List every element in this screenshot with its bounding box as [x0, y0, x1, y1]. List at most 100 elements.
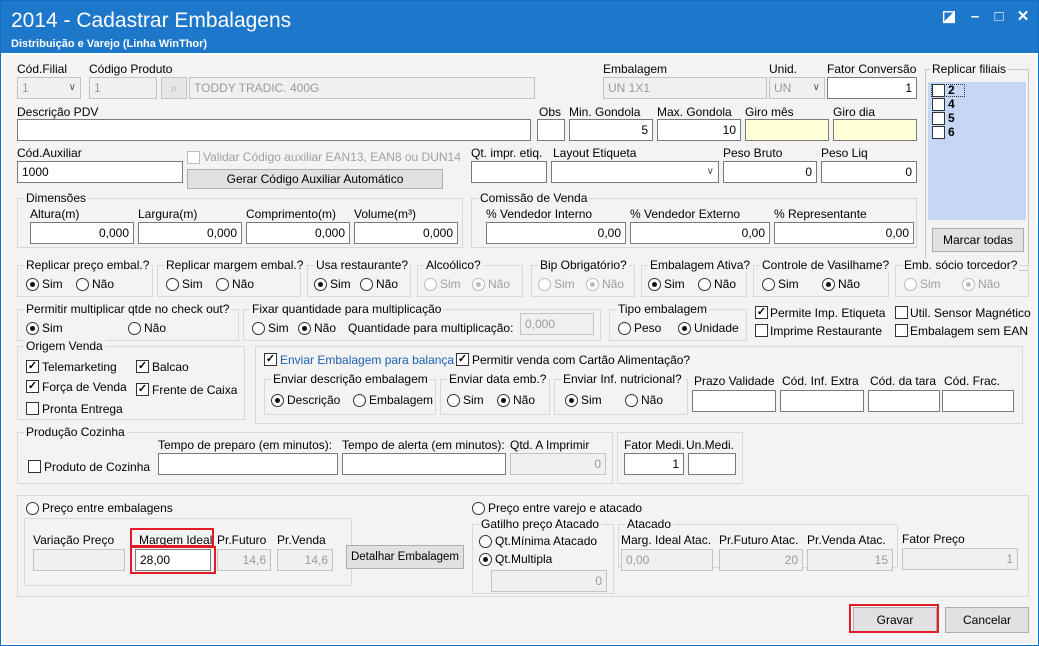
vendedor-externo-field[interactable]: 0,00: [630, 222, 770, 244]
replicar-preco-nao-radio[interactable]: [76, 278, 89, 291]
qtde-multiplicacao-field[interactable]: 0,000: [520, 313, 594, 335]
telemarketing-checkbox[interactable]: ✓: [26, 360, 39, 373]
max-gondola-field[interactable]: 10: [657, 119, 741, 141]
restore-icon[interactable]: ◪: [937, 7, 961, 27]
fator-conversao-field[interactable]: 1: [827, 77, 917, 99]
cancelar-button[interactable]: Cancelar: [945, 607, 1029, 633]
altura-field[interactable]: 0,000: [30, 222, 134, 244]
tempo-preparo-label: Tempo de preparo (em minutos):: [158, 438, 333, 452]
tipo-unidade-radio[interactable]: [678, 322, 691, 335]
filial-checkbox[interactable]: [932, 84, 945, 97]
peso-liq-field[interactable]: 0: [821, 161, 917, 183]
maximize-button[interactable]: □: [987, 7, 1011, 27]
un-medi-field[interactable]: [688, 453, 736, 475]
fator-medi-field[interactable]: 1: [624, 453, 684, 475]
vasilhame-nao-radio[interactable]: [822, 278, 835, 291]
descricao-pdv-field[interactable]: [17, 119, 531, 141]
cod-inf-extra-field[interactable]: [780, 390, 864, 412]
produto-code-field[interactable]: 1: [89, 77, 157, 99]
balcao-checkbox[interactable]: ✓: [136, 360, 149, 373]
filial-select[interactable]: 1 ∨: [17, 77, 81, 99]
replicar-preco-sim-radio[interactable]: [26, 278, 39, 291]
permite-imp-etiqueta-checkbox[interactable]: ✓: [755, 306, 768, 319]
prazo-validade-field[interactable]: [692, 390, 776, 412]
alcoolico-nao-radio[interactable]: [472, 278, 485, 291]
data-sim-radio[interactable]: [447, 394, 460, 407]
sensor-magnetico-checkbox[interactable]: [895, 306, 908, 319]
tipo-peso-radio[interactable]: [618, 322, 631, 335]
gatilho-field[interactable]: 0: [491, 570, 607, 592]
close-button[interactable]: ✕: [1011, 7, 1035, 27]
giro-dia-field[interactable]: [833, 119, 917, 141]
tempo-preparo-field[interactable]: [158, 453, 338, 475]
marg-ideal-atac-field[interactable]: 0,00: [621, 549, 713, 571]
variacao-preco-field[interactable]: [33, 549, 125, 571]
cartao-alimentacao-checkbox[interactable]: ✓: [456, 353, 469, 366]
emb-ativa-nao-radio[interactable]: [698, 278, 711, 291]
window-title: 2014 - Cadastrar Embalagens: [11, 9, 292, 32]
inf-nao-radio[interactable]: [625, 394, 638, 407]
permitir-mult-sim-radio[interactable]: [26, 322, 39, 335]
permitir-mult-nao-radio[interactable]: [128, 322, 141, 335]
inf-sim-radio[interactable]: [565, 394, 578, 407]
cod-frac-field[interactable]: [942, 390, 1014, 412]
volume-field[interactable]: 0,000: [354, 222, 458, 244]
giro-mes-field[interactable]: [745, 119, 829, 141]
gerar-codigo-button[interactable]: Gerar Código Auxiliar Automático: [187, 169, 443, 189]
preco-varejo-atacado-radio[interactable]: [472, 502, 485, 515]
filial-checkbox[interactable]: [932, 126, 945, 139]
replicar-margem-nao-radio[interactable]: [216, 278, 229, 291]
filial-checkbox[interactable]: [932, 98, 945, 111]
tempo-alerta-field[interactable]: [342, 453, 506, 475]
embalagem-sem-ean-checkbox[interactable]: [895, 324, 908, 337]
fator-preco-field[interactable]: 1: [902, 548, 1018, 570]
representante-field[interactable]: 0,00: [774, 222, 914, 244]
enviar-balanca-checkbox[interactable]: ✓: [264, 353, 277, 366]
replicar-margem-sim-radio[interactable]: [166, 278, 179, 291]
alcoolico-sim-radio[interactable]: [424, 278, 437, 291]
descricao-radio[interactable]: [271, 394, 284, 407]
socio-sim-radio[interactable]: [904, 278, 917, 291]
data-nao-radio[interactable]: [497, 394, 510, 407]
socio-nao-radio[interactable]: [962, 278, 975, 291]
filiais-list[interactable]: 2 4 5 6: [928, 82, 1026, 220]
embalagem-field[interactable]: UN 1X1: [603, 77, 767, 99]
bip-nao-radio[interactable]: [586, 278, 599, 291]
bip-sim-radio[interactable]: [538, 278, 551, 291]
usa-restaurante-sim-radio[interactable]: [314, 278, 327, 291]
validar-ean-checkbox[interactable]: [187, 151, 200, 164]
vendedor-interno-field[interactable]: 0,00: [486, 222, 626, 244]
emb-ativa-sim-radio[interactable]: [648, 278, 661, 291]
forca-venda-checkbox[interactable]: ✓: [26, 380, 39, 393]
fator-preco-label: Fator Preço: [902, 532, 965, 546]
filial-checkbox[interactable]: [932, 112, 945, 125]
binoculars-icon[interactable]: ⌕: [161, 77, 187, 99]
largura-field[interactable]: 0,000: [138, 222, 242, 244]
peso-bruto-field[interactable]: 0: [723, 161, 817, 183]
qtd-imprimir-field[interactable]: 0: [510, 453, 606, 475]
obs-field[interactable]: [537, 119, 565, 141]
qt-impr-field[interactable]: [471, 161, 547, 183]
cod-auxiliar-field[interactable]: 1000: [17, 161, 183, 183]
frente-caixa-checkbox[interactable]: ✓: [136, 383, 149, 396]
qt-minima-radio[interactable]: [479, 535, 492, 548]
pronta-entrega-checkbox[interactable]: [26, 402, 39, 415]
unid-select[interactable]: UN ∨: [769, 77, 825, 99]
fixar-nao-radio[interactable]: [298, 322, 311, 335]
qt-multipla-radio[interactable]: [479, 553, 492, 566]
layout-etiqueta-select[interactable]: ∨: [551, 161, 719, 183]
comprimento-field[interactable]: 0,000: [246, 222, 350, 244]
preco-entre-embalagens-radio[interactable]: [26, 502, 39, 515]
vasilhame-sim-radio[interactable]: [762, 278, 775, 291]
min-gondola-field[interactable]: 5: [569, 119, 653, 141]
cod-tara-field[interactable]: [868, 390, 940, 412]
minimize-button[interactable]: –: [963, 7, 987, 27]
produto-cozinha-checkbox[interactable]: [28, 460, 41, 473]
detalhar-embalagem-button[interactable]: Detalhar Embalagem: [346, 545, 464, 569]
embalagem-radio[interactable]: [353, 394, 366, 407]
imprime-restaurante-checkbox[interactable]: [755, 324, 768, 337]
marcar-todas-button[interactable]: Marcar todas: [932, 228, 1024, 252]
fixar-sim-radio[interactable]: [252, 322, 265, 335]
usa-restaurante-nao-radio[interactable]: [360, 278, 373, 291]
sensor-magnetico-label: Util. Sensor Magnético: [910, 306, 1031, 320]
